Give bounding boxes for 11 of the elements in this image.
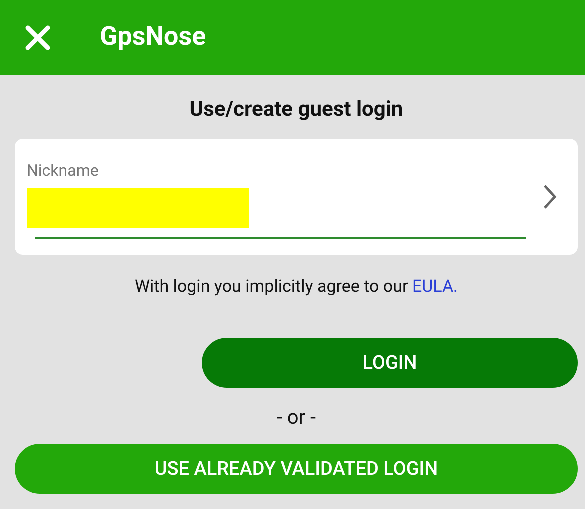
agreement-text: With login you implicitly agree to our bbox=[134, 276, 410, 296]
validated-login-button[interactable]: USE ALREADY VALIDATED LOGIN bbox=[15, 444, 578, 494]
login-button[interactable]: LOGIN bbox=[202, 338, 578, 388]
app-title: GpsNose bbox=[100, 21, 206, 54]
or-separator: - or - bbox=[276, 404, 316, 431]
section-heading: Use/create guest login bbox=[190, 97, 404, 124]
close-icon[interactable] bbox=[24, 24, 52, 52]
chevron-right-icon[interactable] bbox=[542, 182, 558, 210]
nickname-field[interactable]: Nickname bbox=[27, 154, 542, 238]
field-label: Nickname bbox=[27, 160, 99, 182]
eula-link[interactable]: EULA. bbox=[412, 276, 458, 296]
